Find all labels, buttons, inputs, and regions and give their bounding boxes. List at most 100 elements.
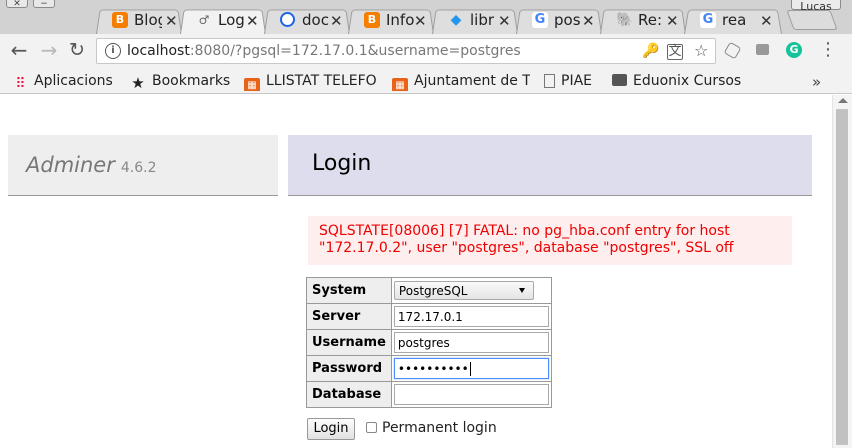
translate-icon[interactable]: 文 — [667, 44, 683, 60]
bookmark-folder[interactable]: Eduonix Cursos — [612, 71, 741, 91]
bookmark-label: Bookmarks — [152, 73, 231, 89]
tab-title: rea — [722, 11, 747, 29]
form-row-server: Server 172.17.0.1 — [306, 303, 552, 330]
close-tab-icon[interactable]: ✕ — [165, 12, 178, 30]
bookmark-item[interactable]: ▦ LLISTAT TELEFO — [244, 71, 384, 91]
menu-kebab-icon[interactable]: ⋮ — [819, 38, 837, 62]
calc-icon: ▦ — [244, 78, 260, 91]
postgres-elephant-icon: 🐘 — [616, 12, 634, 28]
page-title: Login — [312, 151, 372, 176]
profile-button[interactable]: Lucas — [791, 0, 841, 13]
tab-library[interactable]: ◆ libr ✕ — [432, 7, 518, 34]
extension-printer-icon[interactable] — [756, 44, 769, 55]
bookmark-item[interactable]: ★ Bookmarks — [130, 71, 230, 91]
scrollbar-thumb[interactable] — [836, 109, 848, 445]
close-tab-icon[interactable]: ✕ — [666, 12, 679, 30]
tab-strip: ✕ − B Blog ✕ ♂ Log ✕ doc ✕ B Info ✕ ◆ li… — [0, 0, 852, 34]
back-arrow-icon[interactable]: ← — [8, 38, 30, 62]
minimize-window-icon[interactable]: − — [33, 0, 55, 9]
system-selected-value: PostgreSQL — [398, 284, 468, 298]
page-content: Adminer 4.6.2 Login SQLSTATE[08006] [7] F… — [0, 95, 832, 448]
page-header: Login — [288, 135, 812, 196]
tab-blog[interactable]: B Blog ✕ — [96, 7, 182, 34]
close-tab-icon[interactable]: ✕ — [582, 12, 595, 30]
apps-shortcut[interactable]: ⠿ Aplicacions — [12, 71, 113, 92]
error-message: SQLSTATE[08006] [7] FATAL: no pg_hba.con… — [308, 216, 792, 265]
username-input[interactable]: postgres — [393, 332, 549, 353]
bookmark-label: Ajuntament de T — [414, 73, 530, 89]
password-input[interactable]: •••••••••• — [393, 358, 549, 379]
server-input[interactable]: 172.17.0.1 — [393, 306, 549, 327]
grammarly-icon[interactable]: G — [786, 42, 802, 58]
window-controls: ✕ − — [6, 0, 60, 9]
star-icon: ★ — [131, 74, 145, 92]
close-tab-icon[interactable]: ✕ — [498, 12, 511, 30]
app-version: 4.6.2 — [120, 160, 157, 176]
tab-title: doc — [302, 11, 329, 29]
database-cell — [390, 381, 552, 408]
page-scrollbar[interactable] — [832, 95, 852, 448]
google-icon: G — [532, 12, 548, 28]
bookmark-star-icon[interactable]: ☆ — [694, 41, 708, 60]
more-bookmarks-chevron-icon[interactable]: » — [812, 73, 821, 91]
blogger-icon: B — [364, 12, 380, 28]
page-icon — [544, 74, 555, 88]
password-cell: •••••••••• — [390, 355, 552, 382]
forward-arrow-icon[interactable]: → — [38, 38, 60, 62]
reload-icon[interactable]: ↻ — [66, 38, 88, 62]
new-tab-button[interactable] — [786, 10, 838, 30]
bookmark-item[interactable]: ▦ Ajuntament de T — [392, 71, 530, 91]
app-name: Adminer — [26, 153, 115, 177]
bookmark-label: PIAE — [561, 73, 592, 89]
form-row-database: Database — [306, 381, 552, 408]
docker-docs-icon — [280, 12, 295, 27]
close-tab-icon[interactable]: ✕ — [330, 12, 343, 30]
tab-google-pos[interactable]: G pos ✕ — [516, 7, 602, 34]
system-select[interactable]: PostgreSQL — [393, 281, 534, 300]
form-row-system: System PostgreSQL — [306, 277, 552, 304]
close-window-icon[interactable]: ✕ — [6, 0, 28, 9]
database-label: Database — [306, 381, 392, 408]
adminer-favicon: ♂ — [198, 13, 210, 27]
database-input[interactable] — [393, 384, 549, 405]
close-tab-icon[interactable]: ✕ — [246, 12, 259, 30]
tab-login[interactable]: ♂ Log ✕ — [180, 7, 266, 34]
tab-docs[interactable]: doc ✕ — [264, 7, 350, 34]
close-tab-icon[interactable]: ✕ — [414, 12, 427, 30]
address-bar[interactable]: i localhost:8080/?pgsql=172.17.0.1&usern… — [96, 38, 716, 64]
permanent-login-label: Permanent login — [382, 420, 497, 436]
server-label: Server — [306, 303, 392, 330]
adminer-menu: Adminer 4.6.2 — [8, 135, 278, 196]
tab-info[interactable]: B Info ✕ — [348, 7, 434, 34]
key-icon[interactable]: 🔑 — [642, 43, 659, 59]
password-mask: •••••••••• — [397, 362, 469, 376]
bookmark-item[interactable]: PIAE — [544, 71, 592, 91]
site-info-icon[interactable]: i — [105, 43, 121, 59]
tab-google-rea[interactable]: G rea ✕ — [684, 7, 782, 34]
url-text[interactable]: localhost:8080/?pgsql=172.17.0.1&usernam… — [127, 43, 521, 59]
bookmarks-bar: ⠿ Aplicacions ★ Bookmarks ▦ LLISTAT TELEFO … — [0, 68, 852, 94]
permanent-login[interactable]: Permanent login — [366, 418, 497, 440]
password-label: Password — [306, 355, 392, 382]
tab-title: libr — [470, 11, 495, 29]
tab-title: pos — [554, 11, 581, 29]
permanent-login-checkbox[interactable] — [366, 422, 377, 433]
close-tab-icon[interactable]: ✕ — [760, 12, 773, 30]
text-caret — [469, 362, 471, 376]
apps-label: Aplicacions — [34, 73, 113, 89]
bookmark-label: LLISTAT TELEFO — [266, 73, 377, 89]
system-cell: PostgreSQL — [390, 277, 552, 304]
scroll-up-arrow-icon[interactable] — [838, 98, 848, 103]
username-label: Username — [306, 329, 392, 356]
username-cell: postgres — [390, 329, 552, 356]
form-row-username: Username postgres — [306, 329, 552, 356]
login-form-table: System PostgreSQL Server 172.17.0.1 User… — [306, 277, 552, 408]
extension-cube-icon[interactable] — [723, 41, 742, 60]
login-button[interactable]: Login — [307, 418, 355, 440]
url-host: localhost — [127, 43, 190, 59]
form-row-password: Password •••••••••• — [306, 355, 552, 382]
adminer-logo[interactable]: Adminer 4.6.2 — [26, 153, 156, 177]
apps-grid-icon: ⠿ — [15, 76, 25, 92]
tab-postgres-re[interactable]: 🐘 Re: ✕ — [600, 7, 686, 34]
tab-title: Blog — [134, 11, 162, 29]
